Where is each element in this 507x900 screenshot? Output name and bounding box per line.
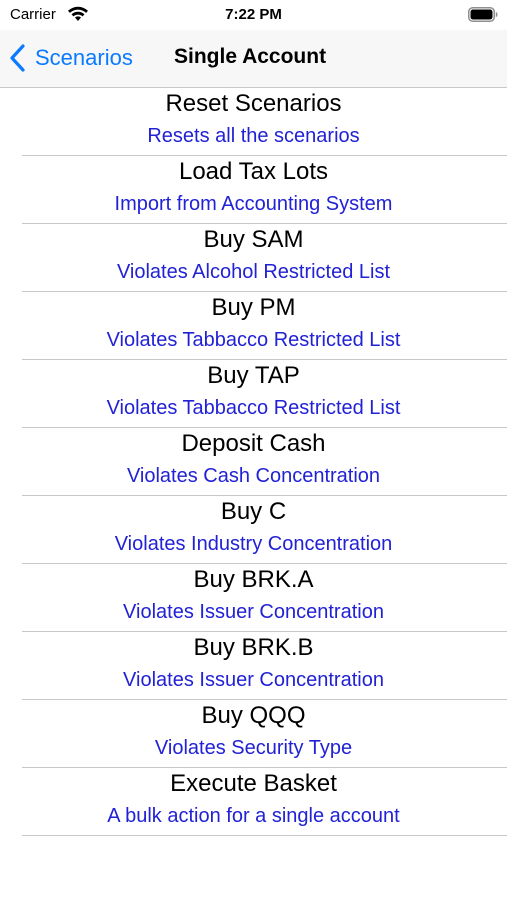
scenario-subtitle: Violates Issuer Concentration: [123, 669, 384, 691]
scenario-row-buy-pm[interactable]: Buy PM Violates Tabbacco Restricted List: [22, 292, 507, 360]
navigation-bar: Scenarios Single Account: [0, 30, 507, 88]
back-button-label: Scenarios: [35, 45, 133, 70]
page-title: Single Account: [174, 45, 327, 68]
scenario-row-buy-brk-b[interactable]: Buy BRK.B Violates Issuer Concentration: [22, 632, 507, 700]
scenario-title: Reset Scenarios: [165, 90, 342, 117]
scenario-subtitle: Violates Alcohol Restricted List: [116, 261, 391, 283]
scenario-row-buy-c[interactable]: Buy C Violates Industry Concentration: [22, 496, 507, 564]
scenario-row-buy-brk-a[interactable]: Buy BRK.A Violates Issuer Concentration: [22, 564, 507, 632]
scenario-list: Reset Scenarios Resets all the scenarios…: [0, 88, 507, 836]
scenario-subtitle: Violates Industry Concentration: [114, 533, 393, 555]
scenario-row-execute-basket[interactable]: Execute Basket A bulk action for a singl…: [22, 768, 507, 836]
chevron-left-icon: [10, 44, 25, 72]
scenario-subtitle: Violates Cash Concentration: [126, 465, 381, 487]
back-button[interactable]: Scenarios: [9, 42, 133, 74]
clock: 7:22 PM: [225, 6, 282, 23]
scenario-subtitle: Resets all the scenarios: [147, 125, 360, 147]
status-bar: Carrier 7:22 PM: [0, 0, 507, 30]
scenario-title: Buy TAP: [207, 362, 300, 389]
scenario-title: Buy PM: [211, 294, 296, 321]
scenario-row-deposit-cash[interactable]: Deposit Cash Violates Cash Concentration: [22, 428, 507, 496]
scenario-row-reset-scenarios[interactable]: Reset Scenarios Resets all the scenarios: [22, 88, 507, 156]
scenario-subtitle: A bulk action for a single account: [107, 805, 400, 827]
scenario-subtitle: Violates Tabbacco Restricted List: [106, 329, 401, 351]
battery-icon: [468, 7, 498, 22]
scenario-row-buy-tap[interactable]: Buy TAP Violates Tabbacco Restricted Lis…: [22, 360, 507, 428]
scenario-title: Buy SAM: [203, 226, 304, 253]
scenario-row-buy-qqq[interactable]: Buy QQQ Violates Security Type: [22, 700, 507, 768]
scenario-title: Buy QQQ: [201, 702, 306, 729]
scenario-row-buy-sam[interactable]: Buy SAM Violates Alcohol Restricted List: [22, 224, 507, 292]
scenario-title: Buy BRK.B: [193, 634, 314, 661]
scenario-title: Buy BRK.A: [193, 566, 314, 593]
scenario-title: Deposit Cash: [181, 430, 326, 457]
scenario-subtitle: Violates Tabbacco Restricted List: [106, 397, 401, 419]
scenario-title: Load Tax Lots: [178, 158, 328, 185]
scenario-subtitle: Violates Issuer Concentration: [123, 601, 384, 623]
scenario-row-load-tax-lots[interactable]: Load Tax Lots Import from Accounting Sys…: [22, 156, 507, 224]
scenario-subtitle: Violates Security Type: [154, 737, 353, 759]
scenario-subtitle: Import from Accounting System: [114, 193, 393, 215]
scenario-title: Execute Basket: [170, 770, 337, 797]
scenario-title: Buy C: [220, 498, 287, 525]
